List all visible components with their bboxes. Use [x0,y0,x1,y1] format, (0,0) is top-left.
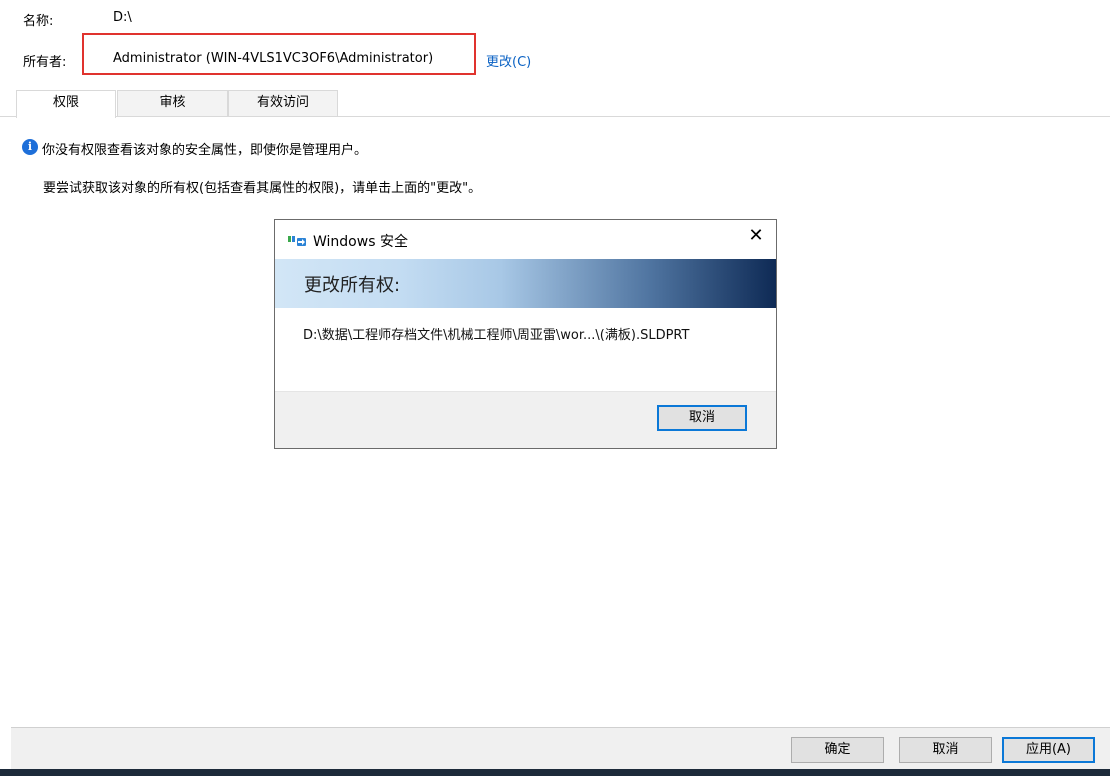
cancel-button[interactable]: 取消 [899,737,992,763]
dialog-cancel-button[interactable]: 取消 [657,405,747,431]
taskbar-strip [0,769,1110,776]
ok-button[interactable]: 确定 [791,737,884,763]
name-value: D:\ [113,10,132,25]
info-message: 你没有权限查看该对象的安全属性，即使你是管理用户。 [42,143,368,158]
windows-security-icon [288,236,306,246]
owner-value: Administrator (WIN-4VLS1VC3OF6\Administr… [113,51,434,66]
apply-button[interactable]: 应用(A) [1002,737,1095,763]
tab-permissions[interactable]: 权限 [16,90,116,118]
name-label: 名称: [23,14,54,29]
info-icon: i [22,139,38,155]
file-path-text: D:\数据\工程师存档文件\机械工程师\周亚雷\wor...\(满板).SLDP… [303,328,690,343]
banner-heading: 更改所有权: [304,275,401,296]
bottom-button-bar: 确定 取消 应用(A) [11,727,1110,770]
tab-auditing[interactable]: 审核 [117,90,228,116]
dialog-footer: 取消 [275,391,776,448]
tab-effective-access[interactable]: 有效访问 [228,90,338,116]
dialog-banner: 更改所有权: [275,259,776,308]
close-icon[interactable]: ✕ [748,226,764,246]
owner-label: 所有者: [23,55,67,70]
hint-message: 要尝试获取该对象的所有权(包括查看其属性的权限)，请单击上面的"更改"。 [43,181,482,196]
tab-divider [0,116,1110,117]
change-owner-link[interactable]: 更改(C) [486,51,531,70]
windows-security-dialog: Windows 安全 ✕ 更改所有权: D:\数据\工程师存档文件\机械工程师\… [274,219,777,449]
dialog-title: Windows 安全 [313,234,408,250]
